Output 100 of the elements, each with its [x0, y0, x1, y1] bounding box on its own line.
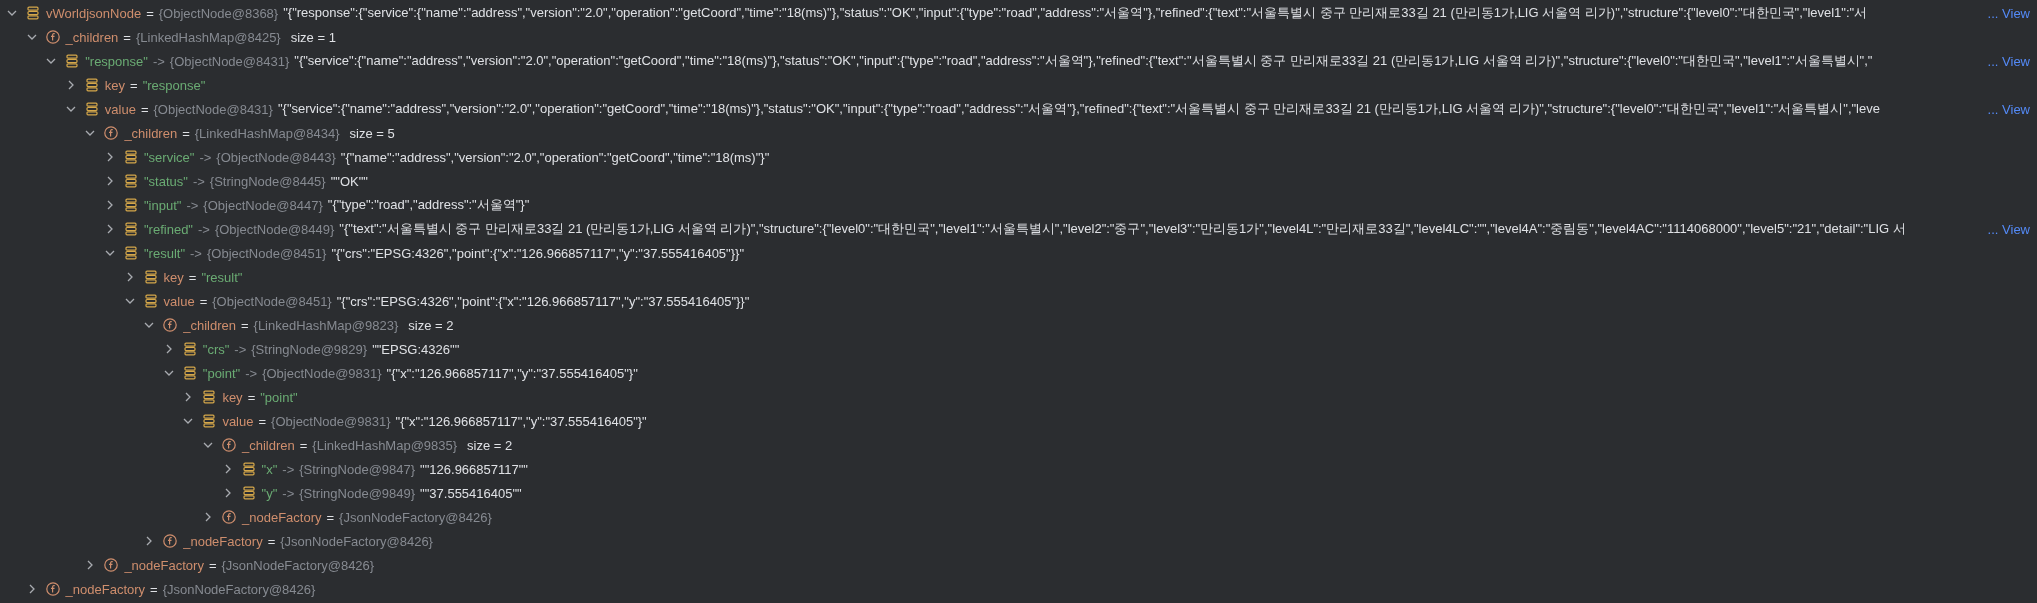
- variable-name: _children: [65, 29, 119, 45]
- type-label: {StringNode@8445}: [209, 173, 326, 189]
- type-label: {ObjectNode@8447}: [203, 197, 323, 213]
- value-text: ""EPSG:4326"": [372, 341, 460, 357]
- field-icon: [45, 30, 60, 44]
- variable-name: _nodeFactory: [183, 533, 263, 549]
- stack-icon: [124, 222, 138, 236]
- operator: ->: [245, 365, 258, 381]
- variable-name: "response": [85, 53, 148, 69]
- type-label: {ObjectNode@9831}: [262, 365, 382, 381]
- stack-icon: [65, 54, 80, 68]
- operator: =: [267, 533, 276, 549]
- view-link[interactable]: ... View: [1987, 5, 2037, 21]
- type-label: {JsonNodeFactory@8426}: [221, 557, 375, 573]
- operator: =: [326, 509, 335, 525]
- stack-icon: [124, 198, 138, 212]
- variable-name: _nodeFactory: [124, 557, 204, 573]
- field-icon: [45, 582, 60, 596]
- field-icon: [104, 126, 119, 140]
- stack-icon: [182, 342, 197, 356]
- variable-name: "result": [144, 245, 186, 261]
- variable-name: value: [163, 293, 195, 309]
- view-link[interactable]: ... View: [1987, 221, 2037, 237]
- operator: =: [299, 437, 308, 453]
- type-label: {JsonNodeFactory@8426}: [339, 509, 492, 525]
- variable-name: _children: [183, 317, 236, 333]
- field-icon: [222, 510, 236, 524]
- value-text: "{"service":{"name":"address","version":"2.0","operation":"getCoord","time":"18(ms)"},"status":"OK","input":{"type":"road","address":"서울역"},"refined":{"text":"서울특별시 중구 만리재로33길 21 (만리동1가,LIG 서울역 리가)","structure":{"level0":"대한민국","level1":"서울특별시","leve: [277, 100, 1880, 118]
- type-label: {ObjectNode@9831}: [271, 413, 391, 429]
- variable-name: "refined": [144, 221, 193, 237]
- operator: =: [182, 125, 190, 141]
- type-label: {StringNode@9829}: [251, 341, 368, 357]
- operator: ->: [282, 485, 295, 501]
- type-label: {JsonNodeFactory@8426}: [280, 533, 433, 549]
- operator: ->: [234, 341, 247, 357]
- value-text: "{"crs":"EPSG:4326","point":{"x":"126.966857117","y":"37.555416405"}}": [336, 293, 750, 309]
- value-text: "point": [260, 389, 298, 405]
- operator: ->: [282, 461, 295, 477]
- stack-icon: [124, 174, 138, 188]
- value-text: ""OK"": [330, 173, 368, 189]
- operator: =: [258, 413, 267, 429]
- view-link[interactable]: ... View: [1987, 53, 2037, 69]
- stack-icon: [241, 462, 256, 476]
- value-text: "{"crs":"EPSG:4326","point":{"x":"126.966857117","y":"37.555416405"}}": [331, 245, 744, 261]
- variable-name: "input": [144, 197, 182, 213]
- field-icon: [104, 558, 119, 572]
- operator: ->: [186, 197, 199, 213]
- size-label: size = 2: [408, 317, 454, 333]
- value-text: "result": [201, 269, 243, 285]
- type-label: {ObjectNode@8368}: [158, 5, 279, 21]
- stack-icon: [241, 486, 256, 500]
- variable-name: "crs": [202, 341, 230, 357]
- type-label: {StringNode@9849}: [299, 485, 416, 501]
- variable-name: value: [222, 413, 254, 429]
- value-text: ""126.966857117"": [420, 461, 528, 477]
- operator: ->: [198, 221, 210, 237]
- size-label: size = 2: [467, 437, 513, 453]
- type-label: {ObjectNode@8431}: [153, 101, 273, 117]
- size-label: size = 5: [349, 125, 395, 141]
- operator: =: [140, 101, 149, 117]
- stack-icon: [124, 246, 138, 260]
- value-text: "{"x":"126.966857117","y":"37.555416405"}": [395, 413, 647, 429]
- variable-name: "x": [261, 461, 278, 477]
- value-text: "{"type":"road","address":"서울역"}": [327, 196, 530, 214]
- stack-icon: [143, 294, 158, 308]
- variable-name: _children: [124, 125, 178, 141]
- variable-name: value: [104, 101, 136, 117]
- type-label: {LinkedHashMap@8434}: [194, 125, 340, 141]
- stack-icon: [202, 390, 217, 404]
- variable-name: vWorldjsonNode: [46, 5, 142, 21]
- stack-icon: [26, 6, 40, 20]
- view-link[interactable]: ... View: [1987, 101, 2037, 117]
- type-label: {JsonNodeFactory@8426}: [162, 581, 316, 597]
- operator: =: [130, 77, 138, 93]
- variable-name: _nodeFactory: [65, 581, 146, 597]
- variable-name: "point": [202, 365, 241, 381]
- value-text: "{"response":{"service":{"name":"address","version":"2.0","operation":"getCoord","time":"18(ms)"},"status":"OK","input":{"type":"road","address":"서울역"},"refined":{"text":"서울특별시 중구 만리재로33길 21 (만리동1가,LIG 서울역 리가)","structure":{"level0":"대한민국","level1":"서: [283, 4, 1868, 22]
- operator: =: [247, 389, 256, 405]
- value-text: "{"name":"address","version":"2.0","operation":"getCoord","time":"18(ms)"}": [340, 149, 770, 165]
- operator: ->: [190, 245, 202, 261]
- type-label: {ObjectNode@8449}: [214, 221, 335, 237]
- type-label: {ObjectNode@8431}: [169, 53, 290, 69]
- operator: =: [208, 557, 217, 573]
- type-label: {StringNode@9847}: [299, 461, 416, 477]
- variable-name: "status": [144, 173, 188, 189]
- variable-name: key: [222, 389, 243, 405]
- type-label: {ObjectNode@8451}: [212, 293, 332, 309]
- operator: =: [123, 29, 131, 45]
- stack-icon: [124, 150, 138, 164]
- field-icon: [163, 534, 178, 548]
- type-label: {LinkedHashMap@8425}: [135, 29, 281, 45]
- variable-name: key: [104, 77, 126, 93]
- stack-icon: [202, 414, 217, 428]
- type-label: {LinkedHashMap@9835}: [312, 437, 458, 453]
- field-icon: [222, 438, 236, 452]
- operator: ->: [199, 149, 212, 165]
- variable-name: "service": [144, 149, 195, 165]
- operator: =: [150, 581, 158, 597]
- stack-icon: [143, 270, 158, 284]
- stack-icon: [84, 102, 99, 116]
